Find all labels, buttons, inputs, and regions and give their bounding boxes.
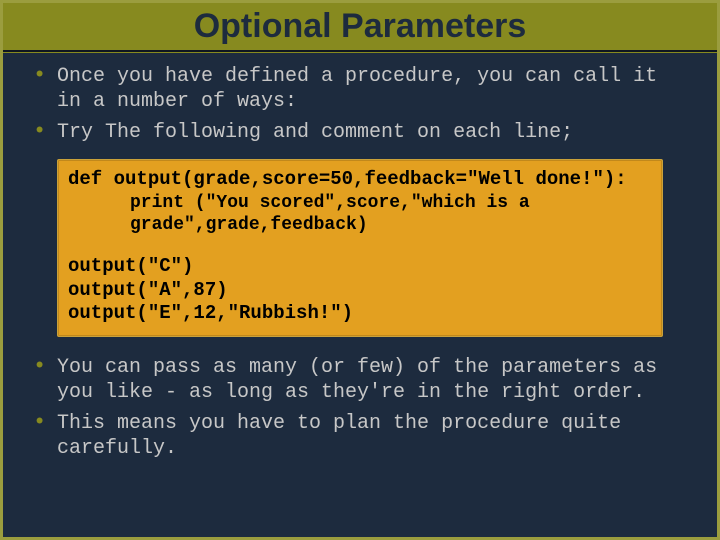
bullet-text: Try The following and comment on each li… [57, 121, 573, 144]
bullet-text: Once you have defined a procedure, you c… [57, 65, 657, 113]
bullet-text: You can pass as many (or few) of the par… [57, 356, 657, 404]
code-line: output("A",87) [68, 279, 652, 303]
bottom-bullets: You can pass as many (or few) of the par… [33, 355, 687, 461]
slide-body: Once you have defined a procedure, you c… [3, 52, 717, 461]
code-line: def output(grade,score=50,feedback="Well… [68, 168, 652, 192]
code-line: print ("You scored",score,"which is a [68, 192, 652, 215]
code-calls: output("C") output("A",87) output("E",12… [68, 255, 652, 326]
bullet-item: Try The following and comment on each li… [33, 120, 687, 145]
bullet-item: This means you have to plan the procedur… [33, 411, 687, 461]
slide: Optional Parameters Once you have define… [0, 0, 720, 540]
code-line: output("C") [68, 255, 652, 279]
code-line: output("E",12,"Rubbish!") [68, 302, 652, 326]
slide-title: Optional Parameters [3, 3, 717, 52]
code-line: grade",grade,feedback) [68, 214, 652, 237]
bullet-text: This means you have to plan the procedur… [57, 412, 621, 460]
bullet-item: You can pass as many (or few) of the par… [33, 355, 687, 405]
code-block: def output(grade,score=50,feedback="Well… [57, 159, 663, 337]
top-bullets: Once you have defined a procedure, you c… [33, 64, 687, 145]
bullet-item: Once you have defined a procedure, you c… [33, 64, 687, 114]
